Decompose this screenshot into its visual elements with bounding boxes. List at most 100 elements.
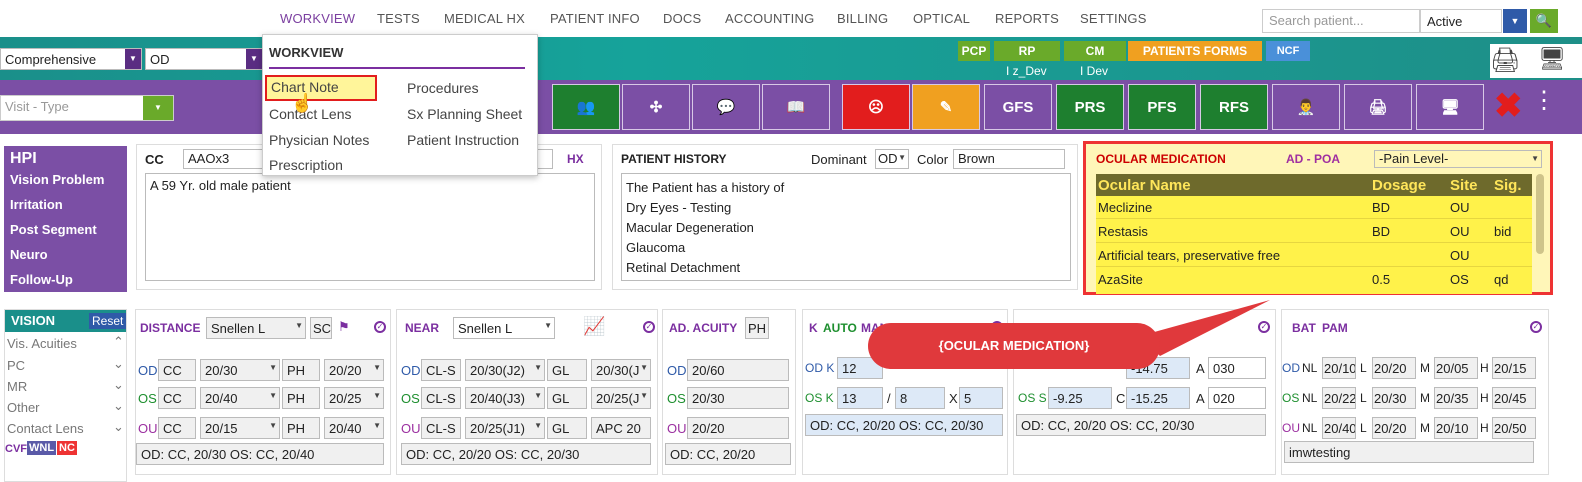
os-nl[interactable]: 20/22 bbox=[1322, 387, 1356, 409]
hpi-vision-problem[interactable]: Vision Problem bbox=[10, 172, 104, 187]
od-near-gl-acuity[interactable]: 20/30(J ▼ bbox=[591, 359, 651, 381]
chevron-up-icon[interactable]: ⌃ bbox=[113, 334, 124, 350]
vision-item-other[interactable]: Other bbox=[7, 400, 40, 415]
flag-icon[interactable]: ⚑ bbox=[338, 319, 350, 335]
od-near-correction[interactable]: CL-S bbox=[421, 359, 461, 381]
check-circle-icon[interactable]: ✓ bbox=[643, 321, 655, 333]
os-k2[interactable]: 8 bbox=[895, 387, 945, 409]
printer-icon[interactable]: 🖨 bbox=[1490, 46, 1520, 75]
print-user-icon[interactable]: 🖨 bbox=[1344, 84, 1412, 130]
ou-correction[interactable]: CC bbox=[158, 417, 196, 439]
med-scrollbar[interactable] bbox=[1536, 174, 1544, 254]
nav-optical[interactable]: OPTICAL bbox=[913, 11, 970, 26]
nc-button[interactable]: NC bbox=[57, 441, 77, 455]
od-ph[interactable]: PH bbox=[282, 359, 320, 381]
nav-workview[interactable]: WORKVIEW bbox=[280, 11, 355, 26]
od-l[interactable]: 20/20 bbox=[1372, 357, 1416, 379]
auto-tab[interactable]: AUTO bbox=[823, 321, 857, 335]
table-row[interactable]: AzaSite 0.5 OS qd bbox=[1096, 268, 1532, 291]
os-ph-acuity[interactable]: 20/25 ▼ bbox=[324, 387, 384, 409]
pen-icon[interactable]: ✎ bbox=[912, 84, 980, 130]
ou-ph-acuity[interactable]: 20/40 ▼ bbox=[324, 417, 384, 439]
ou-l[interactable]: 20/20 bbox=[1372, 417, 1416, 439]
os-acuity[interactable]: 20/40 ▼ bbox=[200, 387, 280, 409]
vision-item-acuities[interactable]: Vis. Acuities bbox=[7, 336, 77, 351]
chevron-down-icon[interactable]: ⌄ bbox=[113, 356, 124, 372]
table-row[interactable]: Restasis BD OU bid bbox=[1096, 220, 1532, 243]
distance-method-select[interactable]: Snellen L ▼ bbox=[206, 317, 306, 339]
consult-icon[interactable]: 💬 bbox=[692, 84, 760, 130]
ad-acuity-summary[interactable]: OD: CC, 20/20 bbox=[665, 443, 791, 465]
pcp-tag[interactable]: PCP bbox=[958, 41, 990, 61]
ad-poa-label[interactable]: AD - POA bbox=[1286, 152, 1340, 166]
ou-near-gl[interactable]: GL bbox=[547, 417, 587, 439]
os-k1[interactable]: 13 bbox=[837, 387, 883, 409]
check-circle-icon[interactable]: ✓ bbox=[374, 321, 386, 333]
bat-tab[interactable]: BAT bbox=[1292, 321, 1316, 335]
ou-near-correction[interactable]: CL-S bbox=[421, 417, 461, 439]
ou-near-acuity[interactable]: 20/25(J1) ▼ bbox=[465, 417, 545, 439]
od-near-acuity[interactable]: 20/30(J2) ▼ bbox=[465, 359, 545, 381]
close-icon[interactable]: ✖ bbox=[1494, 86, 1523, 126]
hpi-follow-up[interactable]: Follow-Up bbox=[10, 272, 73, 287]
history-textarea[interactable]: The Patient has a history of Dry Eyes - … bbox=[621, 173, 1071, 281]
os-near-gl[interactable]: GL bbox=[547, 387, 587, 409]
hpi-irritation[interactable]: Irritation bbox=[10, 197, 63, 212]
ar-summary[interactable]: OD: CC, 20/20 OS: CC, 20/30 bbox=[1016, 414, 1266, 436]
dominant-select[interactable]: OD ▼ bbox=[875, 149, 909, 169]
ou-ph[interactable]: PH bbox=[282, 417, 320, 439]
distance-summary[interactable]: OD: CC, 20/30 OS: CC, 20/40 bbox=[136, 443, 384, 465]
chevron-down-icon[interactable]: ⌄ bbox=[113, 398, 124, 414]
bat-note[interactable]: imwtesting bbox=[1284, 441, 1534, 463]
ou-h[interactable]: 20/50 bbox=[1492, 417, 1536, 439]
od-ad-acuity[interactable]: 20/60 bbox=[687, 359, 789, 381]
wnl-button[interactable]: WNL bbox=[27, 441, 57, 455]
check-circle-icon[interactable]: ✓ bbox=[1530, 321, 1542, 333]
pain-level-select[interactable]: -Pain Level- ▼ bbox=[1374, 150, 1542, 168]
os-m[interactable]: 20/35 bbox=[1434, 387, 1478, 409]
od-h[interactable]: 20/15 bbox=[1492, 357, 1536, 379]
hpi-post-segment[interactable]: Post Segment bbox=[10, 222, 97, 237]
chevron-down-icon[interactable]: ▼ bbox=[1503, 9, 1527, 33]
chart-icon[interactable]: 📈 bbox=[583, 316, 605, 337]
menu-procedures[interactable]: Procedures bbox=[407, 80, 479, 96]
table-row[interactable]: Artificial tears, preservative free OU bbox=[1096, 244, 1532, 267]
search-icon[interactable]: 🔍 bbox=[1530, 9, 1558, 33]
menu-sx-planning[interactable]: Sx Planning Sheet bbox=[407, 106, 522, 122]
monitor-icon[interactable]: 🖥 bbox=[1416, 84, 1484, 130]
nav-tests[interactable]: TESTS bbox=[377, 11, 420, 26]
vision-item-mr[interactable]: MR bbox=[7, 379, 27, 394]
os-ph[interactable]: PH bbox=[282, 387, 320, 409]
os-axis-ar[interactable]: 020 bbox=[1208, 387, 1266, 409]
menu-physician-notes[interactable]: Physician Notes bbox=[269, 132, 369, 148]
vision-item-contact-lens[interactable]: Contact Lens bbox=[7, 421, 84, 436]
os-correction[interactable]: CC bbox=[158, 387, 196, 409]
brain-book-icon[interactable]: 📖 bbox=[762, 84, 830, 130]
table-row[interactable]: Meclizine BD OU bbox=[1096, 196, 1532, 219]
od-acuity[interactable]: 20/30 ▼ bbox=[200, 359, 280, 381]
ou-nl[interactable]: 20/40 bbox=[1322, 417, 1356, 439]
team-icon[interactable]: 👨‍⚕ bbox=[1272, 84, 1340, 130]
face-icon[interactable]: ☹ bbox=[842, 84, 910, 130]
near-summary[interactable]: OD: CC, 20/20 OS: CC, 20/30 bbox=[401, 443, 651, 465]
eye-select[interactable]: OD ▼ bbox=[145, 48, 263, 70]
patients-forms-tag[interactable]: PATIENTS FORMS bbox=[1128, 41, 1262, 61]
cvf-label[interactable]: CVF bbox=[5, 443, 27, 455]
k-summary[interactable]: OD: CC, 20/20 OS: CC, 20/30 bbox=[805, 414, 1003, 436]
pfs-button[interactable]: PFS bbox=[1128, 84, 1196, 130]
status-select[interactable]: Active bbox=[1420, 9, 1502, 33]
cm-tag[interactable]: CM bbox=[1064, 41, 1126, 61]
nav-docs[interactable]: DOCS bbox=[663, 11, 701, 26]
pam-tab[interactable]: PAM bbox=[1322, 321, 1348, 335]
ncf-tag[interactable]: NCF bbox=[1266, 41, 1310, 61]
hpi-neuro[interactable]: Neuro bbox=[10, 247, 48, 262]
ou-ad-acuity[interactable]: 20/20 bbox=[687, 417, 789, 439]
scanner-icon[interactable]: 🖥 bbox=[1538, 46, 1566, 72]
more-vert-icon[interactable]: ⋮ bbox=[1532, 86, 1556, 115]
examination-icon[interactable]: 👥 bbox=[552, 84, 620, 130]
visit-type-select[interactable]: Visit - Type ▼ bbox=[0, 95, 174, 121]
ou-m[interactable]: 20/10 bbox=[1434, 417, 1478, 439]
ou-acuity[interactable]: 20/15 ▼ bbox=[200, 417, 280, 439]
network-icon[interactable]: ✣ bbox=[622, 84, 690, 130]
od-m[interactable]: 20/05 bbox=[1434, 357, 1478, 379]
